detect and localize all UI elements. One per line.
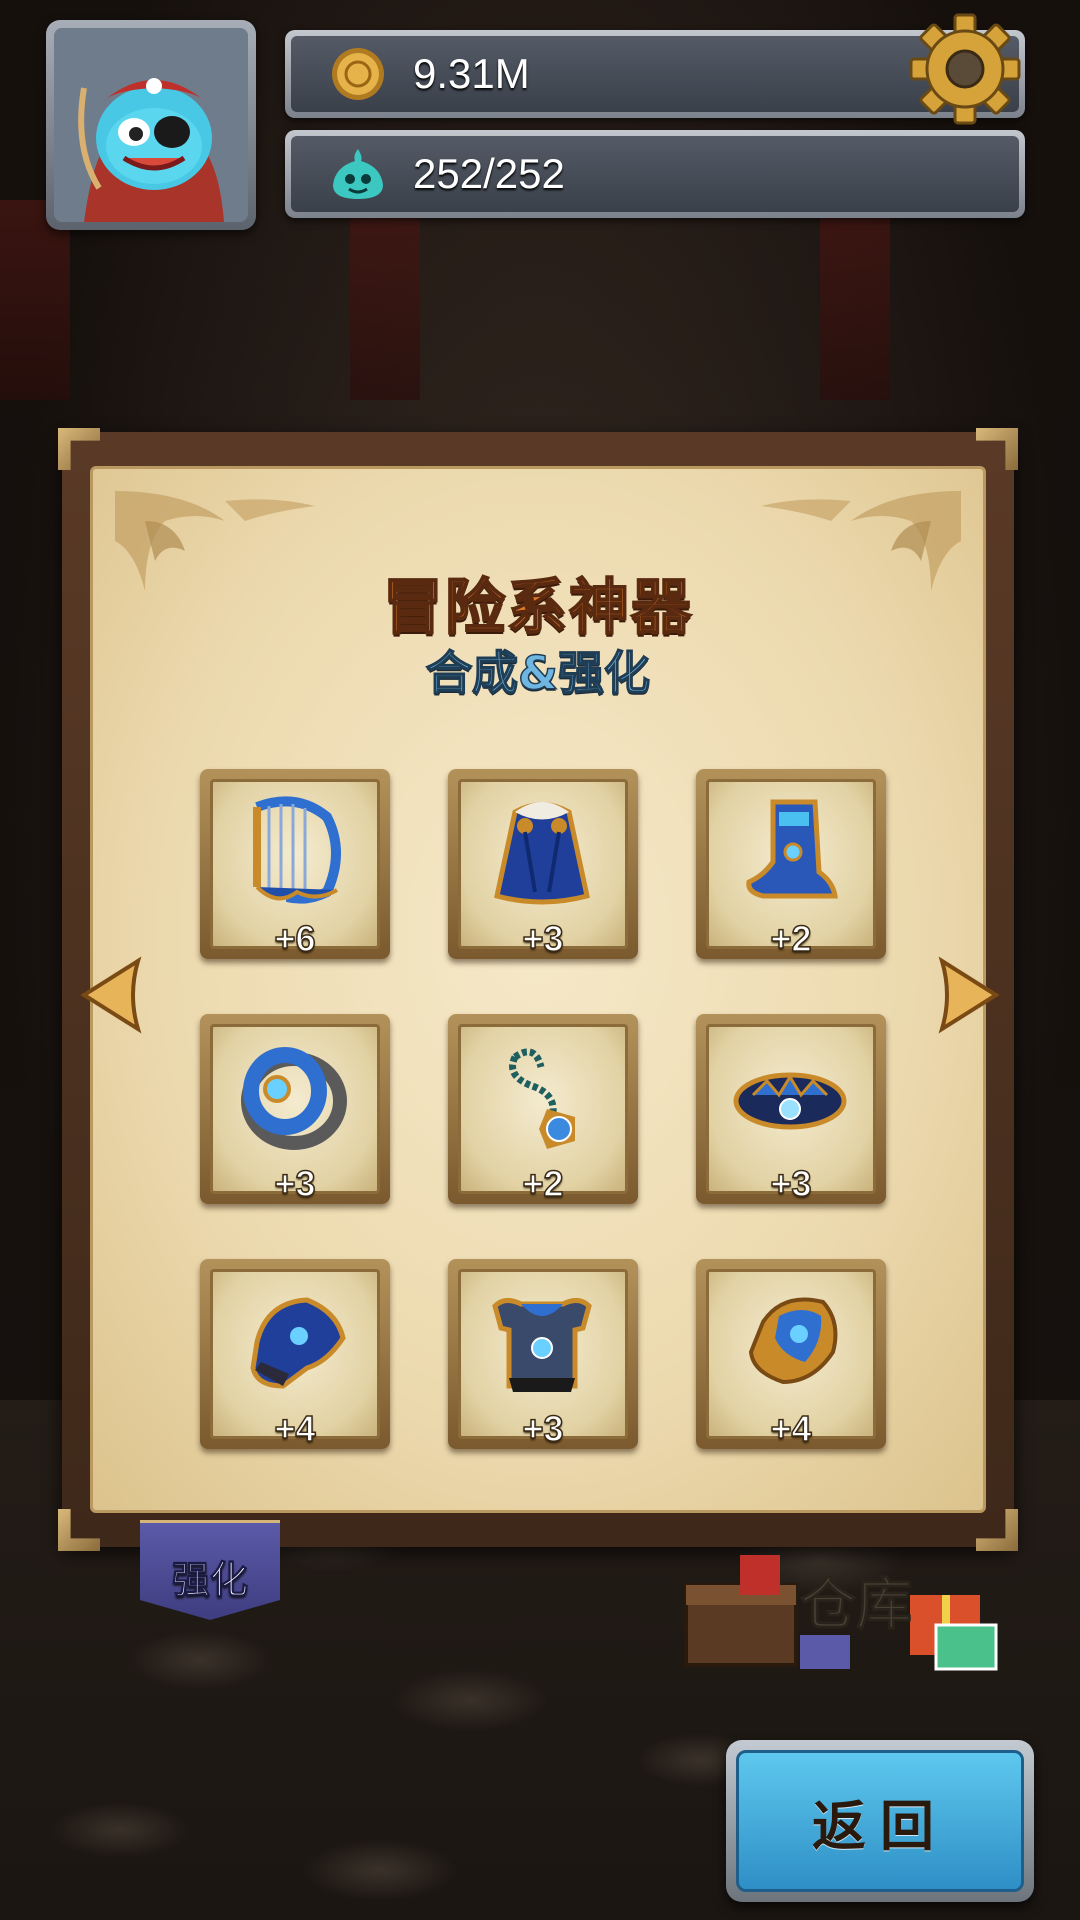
artifact-slot-crown[interactable]: +3 bbox=[696, 1014, 886, 1205]
boots-icon bbox=[746, 799, 838, 899]
curtain-decoration bbox=[820, 200, 890, 400]
armor-icon bbox=[492, 1298, 592, 1392]
artifact-level: +3 bbox=[522, 1407, 565, 1450]
gauntlet-icon bbox=[250, 1297, 346, 1389]
ring-icon bbox=[241, 1047, 347, 1150]
artifact-slot-armor[interactable]: +3 bbox=[448, 1259, 638, 1450]
artifact-slot-ring[interactable]: +3 bbox=[200, 1014, 390, 1205]
slime-energy-icon bbox=[333, 149, 383, 199]
artifact-slot-amulet[interactable]: +2 bbox=[448, 1014, 638, 1205]
artifact-level: +3 bbox=[522, 917, 565, 960]
pauldron-icon bbox=[748, 1297, 838, 1385]
artifact-level: +4 bbox=[274, 1407, 317, 1450]
next-page-arrow-icon[interactable] bbox=[934, 955, 1004, 1035]
amulet-icon bbox=[509, 1048, 575, 1149]
storage-label: 仓库 bbox=[800, 1573, 913, 1639]
artifact-level: +2 bbox=[522, 1162, 565, 1205]
gold-coin-icon bbox=[332, 48, 384, 100]
artifact-slot-pauldron[interactable]: +4 bbox=[696, 1259, 886, 1450]
back-button[interactable]: 返回 bbox=[726, 1740, 1034, 1902]
energy-bar: 252/252 bbox=[285, 130, 1025, 218]
artifact-panel: 冒险系神器 合成&强化 +6 +3 +2 +3 +2 +3 +4 +3 +4 bbox=[58, 428, 1018, 1551]
artifact-level: +2 bbox=[770, 917, 813, 960]
artifact-level: +3 bbox=[274, 1162, 317, 1205]
cloak-icon bbox=[494, 802, 590, 905]
artifact-slot-boots[interactable]: +2 bbox=[696, 769, 886, 960]
tab-enhance[interactable]: 强化 bbox=[140, 1520, 280, 1620]
gold-amount: 9.31M bbox=[413, 50, 530, 97]
artifact-grid: +6 +3 +2 +3 +2 +3 +4 +3 +4 bbox=[93, 469, 983, 1510]
artifact-level: +3 bbox=[770, 1162, 813, 1205]
pirate-slime-avatar-icon bbox=[54, 28, 248, 222]
artifact-slot-gauntlet[interactable]: +4 bbox=[200, 1259, 390, 1450]
curtain-decoration bbox=[350, 200, 420, 400]
curtain-decoration bbox=[0, 200, 70, 400]
energy-amount: 252/252 bbox=[413, 150, 565, 197]
prev-page-arrow-icon[interactable] bbox=[76, 955, 146, 1035]
player-avatar[interactable] bbox=[46, 20, 256, 230]
artifact-level: +4 bbox=[770, 1407, 813, 1450]
artifact-slot-harp[interactable]: +6 bbox=[200, 769, 390, 960]
harp-icon bbox=[253, 796, 341, 904]
artifact-level: +6 bbox=[274, 917, 317, 960]
tab-enhance-label: 强化 bbox=[171, 1558, 248, 1603]
artifact-slot-cloak[interactable]: +3 bbox=[448, 769, 638, 960]
settings-gear-icon[interactable] bbox=[908, 12, 1022, 126]
back-button-label: 返回 bbox=[812, 1794, 948, 1858]
crown-icon bbox=[733, 1072, 847, 1130]
